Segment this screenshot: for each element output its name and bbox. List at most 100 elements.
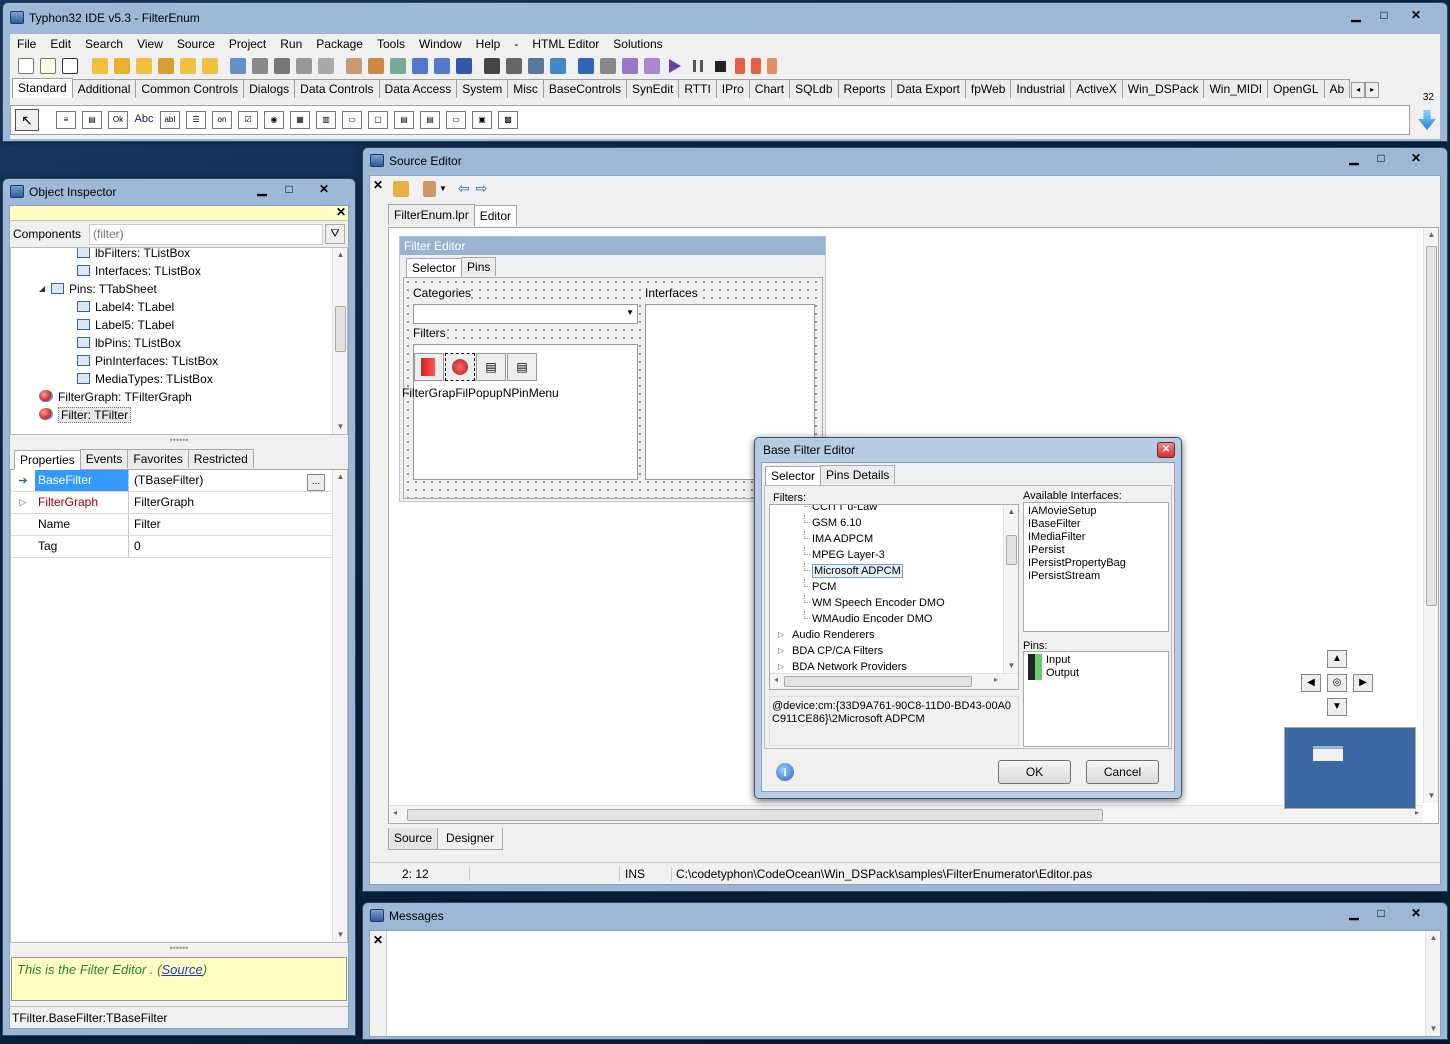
filter-node[interactable]: MPEG Layer-3 [770,547,1002,563]
filter-node[interactable]: WM Speech Encoder DMO [770,595,1002,611]
refresh-folder-icon[interactable] [202,58,218,74]
open-icon[interactable] [92,58,108,74]
palette-tab[interactable]: System [456,79,509,98]
frame-component[interactable]: ▣ [472,111,492,129]
categories-combobox[interactable]: ▼ [413,304,638,324]
form-tab-selector[interactable]: Selector [406,258,463,279]
step-over-icon[interactable] [751,58,761,74]
messages-close-icon[interactable]: ✕ [373,933,383,947]
property-value[interactable]: 0 [129,536,347,557]
menu-item[interactable]: Project [222,37,273,51]
property-row[interactable]: Name Filter [11,514,347,536]
editor-view-tab[interactable]: Source [388,828,439,850]
edit-icon[interactable] [346,58,362,74]
toggle-form-icon[interactable] [390,58,406,74]
form-tab-pins[interactable]: Pins [461,257,497,276]
new-form-icon[interactable] [62,58,78,74]
pin-item[interactable]: Output [1028,667,1164,680]
filtergraph-component-icon[interactable] [414,353,444,381]
radiogroup-component[interactable]: ▤ [394,111,414,129]
editor-view-tab[interactable]: Designer [437,828,504,850]
main-menu-component[interactable]: ≡ [56,111,76,129]
components-filter-input[interactable] [89,223,323,245]
groupbox-component[interactable]: ▢ [368,111,388,129]
filter-node[interactable]: GSM 6.10 [770,515,1002,531]
tree-node[interactable]: ◢ Pins: TTabSheet [11,280,331,298]
down-arrow-icon[interactable] [1418,110,1436,130]
palette-tab[interactable]: SQLdb [789,79,839,98]
menu-item[interactable]: HTML Editor [525,37,606,51]
toggle-component[interactable]: on [212,111,232,129]
splitter-2[interactable]: •••••• [10,943,348,957]
maximize-button[interactable]: □ [1371,7,1397,24]
run-icon[interactable] [669,59,681,73]
palette-tab[interactable]: Misc [507,79,544,98]
tree-node[interactable]: Filter: TFilter [11,406,331,424]
dialog-tab-selector[interactable]: Selector [765,466,822,487]
actionlist-component[interactable]: ▩ [498,111,518,129]
cancel-button[interactable]: Cancel [1086,760,1159,784]
tree-node[interactable]: Label5: TLabel [11,316,331,334]
menu-item[interactable]: Window [412,37,469,51]
collapse-icon[interactable]: ◢ [39,280,45,298]
palette-tab[interactable]: BaseControls [542,79,627,98]
build-icon[interactable] [506,58,522,74]
filter-clear-icon[interactable]: ⛛ [325,224,345,244]
oi-strip-close-icon[interactable]: ✕ [336,205,346,219]
popup-menu-component[interactable]: ▤ [82,111,102,129]
property-row[interactable]: ▷ FilterGraph FilterGraph [11,492,347,514]
nav-down-icon[interactable]: ▼ [1327,698,1347,716]
palette-tab[interactable]: Additional [71,79,137,98]
tree-node[interactable]: MediaTypes: TListBox [11,370,331,388]
close-button[interactable]: ✕ [1403,7,1429,24]
search-folder-icon[interactable] [180,58,196,74]
inspect-icon[interactable] [484,58,500,74]
save-icon[interactable] [252,58,268,74]
gear-tools-icon[interactable] [368,58,384,74]
editor-file-tab[interactable]: Editor [473,205,518,226]
tree-scrollbar[interactable]: ▲ ▼ [332,248,347,434]
interface-item[interactable]: IPersistPropertyBag [1028,557,1164,570]
scrollbar-component[interactable]: ▭ [342,111,362,129]
step-out-icon[interactable] [767,58,777,74]
menu-item[interactable]: Tools [370,37,412,51]
designer-vscroll[interactable]: ▲ ▼ [1423,228,1438,803]
tree-node[interactable]: Label4: TLabel [11,298,331,316]
palette-tab[interactable]: Standard [12,78,73,98]
se-minimize-button[interactable]: ▁ [1341,150,1367,167]
palette-tab[interactable]: Dialogs [243,79,296,98]
property-row[interactable]: ➔ BaseFilter (TBaseFilter) [11,470,347,492]
palette-tab[interactable]: Reports [837,79,892,98]
oi-tab[interactable]: Properties [14,450,81,471]
oi-maximize-button[interactable]: □ [276,181,302,198]
menu-item[interactable]: Search [78,37,130,51]
forward-icon[interactable]: ⇨ [476,180,488,197]
palette-tab[interactable]: ActiveX [1070,79,1123,98]
palette-tab[interactable]: Chart [748,79,791,98]
popup-component-icon[interactable]: ▤ [476,353,506,381]
menu-item[interactable]: Edit [43,37,78,51]
expand-icon[interactable]: ▷ [778,627,784,643]
palette-tab[interactable]: IPro [715,79,750,98]
interface-item[interactable]: IPersistStream [1028,570,1164,583]
property-ellipsis-button[interactable]: ... [307,474,325,491]
checkgroup-component[interactable]: ▤ [420,111,440,129]
pins-list[interactable]: Input Output [1023,651,1169,747]
ok-button[interactable]: OK [998,760,1071,784]
nav-right-icon[interactable]: ▶ [1353,674,1373,692]
edit-component[interactable]: abI [160,111,180,129]
bookmark-icon[interactable] [423,180,436,197]
button-component[interactable]: Ok [108,111,128,129]
palette-tab[interactable]: Data Access [378,79,458,98]
menu-item[interactable]: View [130,37,170,51]
se-maximize-button[interactable]: □ [1368,150,1394,167]
interface-item[interactable]: IPersist [1028,544,1164,557]
wrench-icon[interactable] [600,58,616,74]
open-recent-icon[interactable] [114,58,130,74]
expand-icon[interactable]: ▷ [11,497,35,508]
hand-icon[interactable] [393,180,409,197]
filters-tree[interactable]: CCITT u-Law GSM 6.10 IMA ADPCM MPEG Layer-3… [769,504,1019,690]
palette-tab[interactable]: Data Controls [294,79,380,98]
view-forms-icon[interactable] [434,58,450,74]
interfaces-list[interactable]: IAMovieSetup IBaseFilter IMediaFilter IPers… [1023,502,1169,632]
